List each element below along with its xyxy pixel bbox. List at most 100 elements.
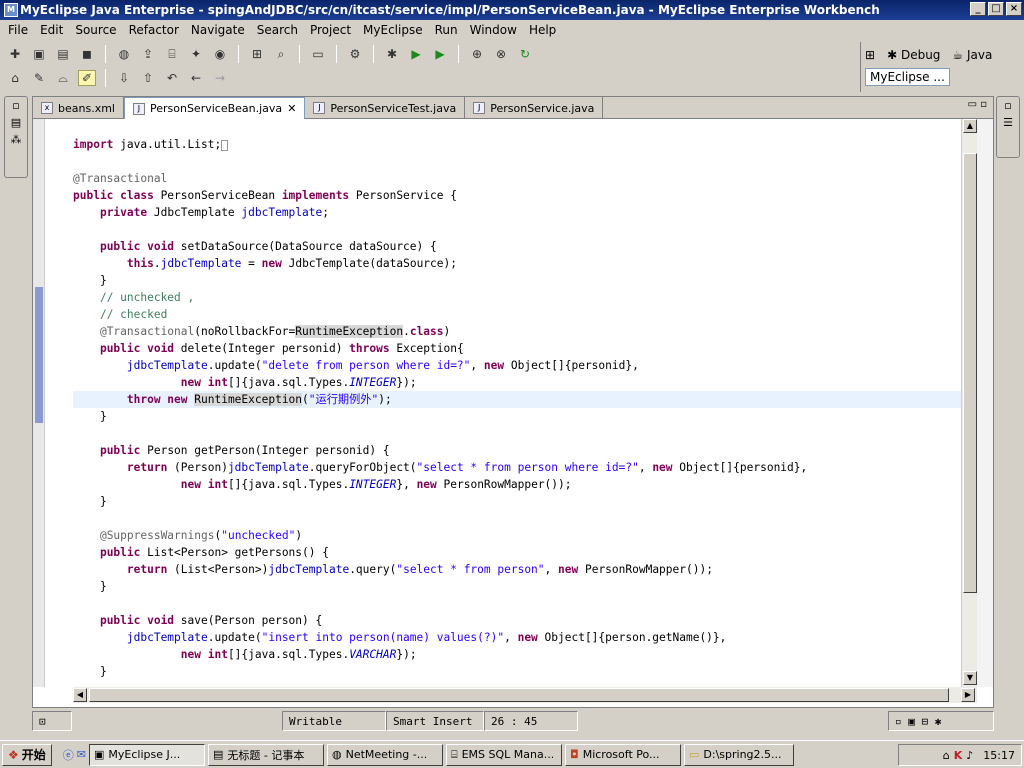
browser-icon[interactable]: ◉ [211,46,229,62]
code-line[interactable]: 24 jdbcTemplate.update("delete from pers… [73,357,961,374]
perspective-debug[interactable]: ✱ Debug [887,48,940,62]
code-line[interactable]: 34- @SuppressWarnings("unchecked") [73,527,961,544]
open-icon[interactable]: ⌓ [54,70,72,86]
code-line[interactable]: 18 this.jdbcTemplate = new JdbcTemplate(… [73,255,961,272]
code-line[interactable]: 31 new int[]{java.sql.Types.INTEGER}, ne… [73,476,961,493]
menu-help[interactable]: Help [523,23,562,37]
menu-window[interactable]: Window [464,23,523,37]
new-class-icon[interactable]: ⊕ [468,46,486,62]
forward-icon[interactable]: → [211,70,229,86]
code-line[interactable]: 32 } [73,493,961,510]
save-icon[interactable]: ▣ [30,46,48,62]
scroll-up-arrow[interactable]: ▲ [963,119,977,133]
code-line[interactable]: 39- public void save(Person person) { [73,612,961,629]
fast-view-icon[interactable]: ⊡ [32,711,72,731]
scroll-down-arrow[interactable]: ▼ [963,671,977,685]
code-line[interactable]: 35 public List<Person> getPersons() { [73,544,961,561]
task-myeclipse[interactable]: ▣ MyEclipse J... [89,743,205,766]
back-icon[interactable]: ← [187,70,205,86]
code-line[interactable]: 42 } [73,663,961,680]
hierarchy-icon[interactable]: ⁂ [11,133,22,146]
menu-edit[interactable]: Edit [34,23,69,37]
open-perspective-icon[interactable]: ⊞ [865,48,875,62]
code-line[interactable]: 15 private JdbcTemplate jdbcTemplate; [73,204,961,221]
code-line[interactable]: 37 } [73,578,961,595]
code-line[interactable]: 19 } [73,272,961,289]
code-line[interactable]: 40 jdbcTemplate.update("insert into pers… [73,629,961,646]
code-line[interactable]: 23 public void delete(Integer personid) … [73,340,961,357]
menu-search[interactable]: Search [251,23,304,37]
package-icon[interactable]: ◼ [78,46,96,62]
perspective-myeclipse[interactable]: MyEclipse ... [865,68,950,86]
task-notepad[interactable]: ▤ 无标题 - 记事本 [208,743,324,766]
maximize-button[interactable]: □ [988,2,1004,16]
menu-run[interactable]: Run [429,23,464,37]
code-line[interactable]: 27 } [73,408,961,425]
editor-view-controls[interactable]: ▭ ▫ [968,99,987,110]
overview-ruler[interactable] [977,119,993,687]
run-icon[interactable]: ▶ [407,46,425,62]
code-line[interactable]: 26 throw new RuntimeException("运行期例外"); [73,391,961,408]
console-icon[interactable]: ▭ [309,46,327,62]
code-line[interactable]: 29- public Person getPerson(Integer pers… [73,442,961,459]
scroll-right-arrow[interactable]: ▶ [961,688,975,702]
code-area[interactable]: 23+import java.util.List; 1213@Transacti… [73,119,961,687]
tray-network-icon[interactable]: ⌂ [943,749,950,762]
minimize-button[interactable]: _ [970,2,986,16]
menu-source[interactable]: Source [69,23,122,37]
prev-annotation-icon[interactable]: ⇧ [139,70,157,86]
menu-refactor[interactable]: Refactor [123,23,185,37]
task-powerpoint[interactable]: ◘ Microsoft Po... [565,743,681,766]
menu-project[interactable]: Project [304,23,357,37]
tab-beans-xml[interactable]: x beans.xml [33,97,124,119]
task-netmeeting[interactable]: ◍ NetMeeting -... [327,743,443,766]
annotation-ruler[interactable] [33,119,45,687]
external-tools-icon[interactable]: ▶ [431,46,449,62]
new-icon[interactable]: ✚ [6,46,24,62]
outline-icon[interactable]: ☰ [1003,116,1013,129]
code-line[interactable]: 38 [73,595,961,612]
tray-security-icon[interactable]: K [954,749,963,762]
code-line[interactable]: 17- public void setDataSource(DataSource… [73,238,961,255]
debug-icon[interactable]: ✱ [383,46,401,62]
task-ems-sql[interactable]: ⌸ EMS SQL Mana... [446,743,562,766]
server-icon[interactable]: ⌸ [163,46,181,62]
close-button[interactable]: × [1006,2,1022,16]
horizontal-scroll-thumb[interactable] [89,688,949,702]
code-line[interactable]: 30 return (Person)jdbcTemplate.queryForO… [73,459,961,476]
code-line[interactable]: 28 [73,425,961,442]
code-line[interactable]: 33 [73,510,961,527]
next-annotation-icon[interactable]: ⇩ [115,70,133,86]
tab-person-service-test[interactable]: J PersonServiceTest.java [305,97,466,119]
package-explorer-icon[interactable]: ▤ [11,116,21,129]
code-line[interactable]: 22- @Transactional(noRollbackFor=Runtime… [73,323,961,340]
vertical-scroll-thumb[interactable] [963,153,977,593]
tools-icon[interactable]: ⚙ [346,46,364,62]
perspective-java[interactable]: ☕ Java [952,48,992,62]
web-icon[interactable]: ◍ [115,46,133,62]
code-line[interactable]: 2 [73,119,961,136]
print-icon[interactable]: ▤ [54,46,72,62]
horizontal-scrollbar[interactable]: ◀ ▶ [73,687,977,703]
quick-launch-outlook-icon[interactable]: ✉ [77,748,86,761]
vertical-scrollbar[interactable]: ▲ ▼ [961,119,977,687]
deploy-icon[interactable]: ⇪ [139,46,157,62]
menu-myeclipse[interactable]: MyEclipse [357,23,429,37]
tab-person-service-bean[interactable]: J PersonServiceBean.java ✕ [123,97,306,119]
code-line[interactable]: 36 return (List<Person>)jdbcTemplate.que… [73,561,961,578]
task-explorer[interactable]: ▭ D:\spring2.5... [684,743,794,766]
code-line[interactable]: 12 [73,153,961,170]
mark-occurrences-icon[interactable]: ✐ [78,70,96,86]
search-icon[interactable]: ⌕ [272,46,290,62]
restore-icon[interactable]: ▫ [1004,99,1011,112]
code-line[interactable]: 16 [73,221,961,238]
menu-navigate[interactable]: Navigate [185,23,251,37]
tab-person-service[interactable]: J PersonService.java [465,97,604,119]
pen-icon[interactable]: ✎ [30,70,48,86]
code-line[interactable]: 13@Transactional [73,170,961,187]
start-button[interactable]: ❖ 开始 [2,743,52,766]
menu-file[interactable]: File [2,23,34,37]
code-line[interactable]: 20 // unchecked , [73,289,961,306]
restore-icon[interactable]: ▫ [12,99,19,112]
code-line[interactable]: 43 [73,680,961,687]
